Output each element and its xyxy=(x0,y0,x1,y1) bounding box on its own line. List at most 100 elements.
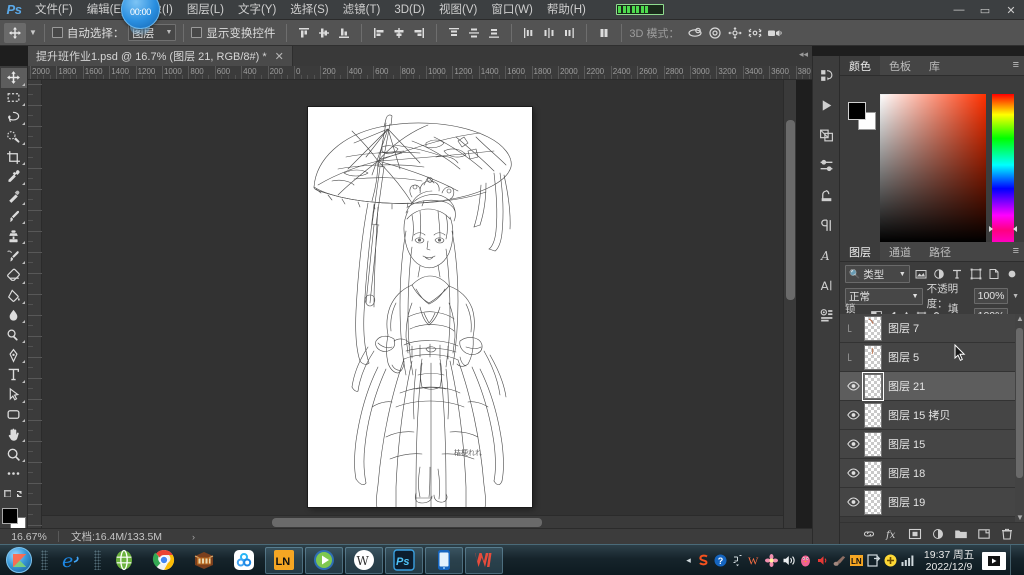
help-icon[interactable]: ? xyxy=(712,545,729,575)
zoom-level[interactable]: 16.67% xyxy=(0,531,58,543)
new-group-icon[interactable] xyxy=(953,526,968,542)
scrollbar-thumb[interactable] xyxy=(786,120,795,300)
distribute-bottom-icon[interactable] xyxy=(484,23,504,43)
cloud-sync-icon[interactable] xyxy=(225,547,263,574)
red-speaker-icon[interactable] xyxy=(814,545,831,575)
align-vertical-centers-icon[interactable] xyxy=(314,23,334,43)
move-tool[interactable] xyxy=(0,68,27,88)
layer-row[interactable]: 图层 15 xyxy=(840,430,1024,459)
brush-presets-icon[interactable] xyxy=(813,300,839,330)
libraries-panel-icon[interactable] xyxy=(813,180,839,210)
layer-visibility-eye-icon[interactable] xyxy=(842,401,864,430)
show-desktop-button[interactable] xyxy=(1010,545,1024,575)
menu-file[interactable]: 文件(F) xyxy=(28,0,80,20)
align-horizontal-centers-icon[interactable] xyxy=(389,23,409,43)
rectangular-marquee-tool[interactable] xyxy=(1,88,27,108)
layer-visibility-off-icon[interactable] xyxy=(842,343,864,372)
tab-layers[interactable]: 图层 xyxy=(840,242,880,261)
menu-select[interactable]: 选择(S) xyxy=(283,0,335,20)
google-chrome-icon[interactable] xyxy=(145,547,183,574)
flower-icon[interactable] xyxy=(763,545,780,575)
layer-visibility-eye-icon[interactable] xyxy=(842,488,864,517)
menu-layer[interactable]: 图层(L) xyxy=(180,0,231,20)
foreground-color-swatch[interactable] xyxy=(848,102,866,120)
vertical-ruler[interactable] xyxy=(28,80,42,536)
lasso-tool[interactable] xyxy=(1,108,27,128)
windows-start-orb-icon[interactable] xyxy=(0,545,38,575)
history-panel-icon[interactable] xyxy=(813,60,839,90)
opacity-value[interactable]: 100% xyxy=(974,288,1009,304)
tab-channels[interactable]: 通道 xyxy=(880,242,920,261)
quick-mask-toggle[interactable] xyxy=(1,484,27,504)
layer-row[interactable]: 图层 21 xyxy=(840,371,1024,401)
canvas-vertical-scrollbar[interactable] xyxy=(783,80,796,528)
blur-tool[interactable] xyxy=(1,306,27,326)
panel-menu-icon[interactable]: ≡ xyxy=(1013,246,1019,257)
document-tab[interactable]: 提升班作业1.psd @ 16.7% (图层 21, RGB/8#) * ✕ xyxy=(28,46,293,66)
opacity-slider-caret-icon[interactable]: ▼ xyxy=(1012,293,1019,300)
layer-style-fx-icon[interactable]: fx xyxy=(884,526,899,542)
align-distribute-panel-icon[interactable] xyxy=(594,23,614,43)
layer-row[interactable]: 图层 19 xyxy=(840,488,1024,517)
scroll-up-arrow-icon[interactable]: ▲ xyxy=(1016,314,1024,323)
device-icon[interactable] xyxy=(865,545,882,575)
foreground-background-color-swatches[interactable] xyxy=(1,507,27,533)
hue-slider[interactable] xyxy=(992,94,1014,242)
layer-visibility-eye-icon[interactable] xyxy=(842,459,864,488)
paragraph-panel-icon[interactable] xyxy=(813,210,839,240)
distribute-right-icon[interactable] xyxy=(559,23,579,43)
type-tool[interactable] xyxy=(1,365,27,385)
color-panel-swatches[interactable] xyxy=(848,102,876,130)
layer-row[interactable]: 图层 7 xyxy=(840,314,1024,343)
close-button[interactable]: ✕ xyxy=(998,0,1024,20)
layer-row[interactable]: 图层 5 xyxy=(840,343,1024,372)
brush-tool[interactable] xyxy=(1,207,27,227)
edit-toolbar-button[interactable] xyxy=(1,464,27,484)
character-styles-icon[interactable]: A xyxy=(813,240,839,270)
dodge-tool[interactable] xyxy=(1,325,27,345)
photoshop-icon[interactable]: Ps xyxy=(385,546,423,574)
wps-office-icon[interactable] xyxy=(465,546,503,574)
scroll-down-arrow-icon[interactable]: ▼ xyxy=(1016,513,1024,522)
ln-tray-icon[interactable]: LN xyxy=(848,545,865,575)
layer-thumbnail[interactable] xyxy=(862,371,884,401)
align-bottom-edges-icon[interactable] xyxy=(334,23,354,43)
signal-bars-icon[interactable] xyxy=(899,545,916,575)
canvas-area[interactable]: 桔梗れれ xyxy=(42,80,796,528)
zoom-3d-icon[interactable] xyxy=(765,23,785,43)
layer-thumbnail[interactable] xyxy=(864,489,882,515)
new-layer-icon[interactable] xyxy=(976,526,991,542)
delete-layer-icon[interactable] xyxy=(999,526,1014,542)
phone-app-icon[interactable] xyxy=(425,546,463,574)
artboard-image[interactable]: 桔梗れれ xyxy=(308,107,532,507)
align-right-edges-icon[interactable] xyxy=(409,23,429,43)
align-top-edges-icon[interactable] xyxy=(294,23,314,43)
clone-stamp-tool[interactable] xyxy=(1,226,27,246)
collapse-panel-icon[interactable]: ◂◂ xyxy=(799,49,808,60)
ln-app-icon[interactable]: LN xyxy=(265,546,303,574)
eraser-tool[interactable] xyxy=(1,266,27,286)
volume-icon[interactable] xyxy=(780,545,797,575)
distribute-vertical-center-icon[interactable] xyxy=(464,23,484,43)
tab-paths[interactable]: 路径 xyxy=(920,242,960,261)
zoom-tool[interactable] xyxy=(1,444,27,464)
distribute-top-icon[interactable] xyxy=(444,23,464,43)
adjustments-panel-icon[interactable] xyxy=(813,150,839,180)
w-tray-icon[interactable]: W xyxy=(746,545,763,575)
actions-play-icon[interactable] xyxy=(813,90,839,120)
layer-thumbnail[interactable] xyxy=(864,402,882,428)
crop-tool[interactable] xyxy=(1,147,27,167)
pan-3d-icon[interactable] xyxy=(725,23,745,43)
orbit-3d-icon[interactable] xyxy=(685,23,705,43)
align-left-edges-icon[interactable] xyxy=(369,23,389,43)
horizontal-ruler[interactable]: 2000 1800 1600 1400 1200 1000 800 600 400 200 0 200… xyxy=(28,66,812,80)
menu-3d[interactable]: 3D(D) xyxy=(387,0,432,20)
screen-recorder-tray-icon[interactable] xyxy=(982,551,1006,570)
tab-swatches[interactable]: 色板 xyxy=(880,56,920,75)
panel-menu-icon[interactable]: ≡ xyxy=(1013,60,1019,71)
scrollbar-thumb[interactable] xyxy=(1016,328,1023,478)
move-tool-icon[interactable] xyxy=(4,22,26,43)
layer-thumbnail[interactable] xyxy=(864,460,882,486)
sogou-input-icon[interactable] xyxy=(695,545,712,575)
menu-help[interactable]: 帮助(H) xyxy=(540,0,593,20)
